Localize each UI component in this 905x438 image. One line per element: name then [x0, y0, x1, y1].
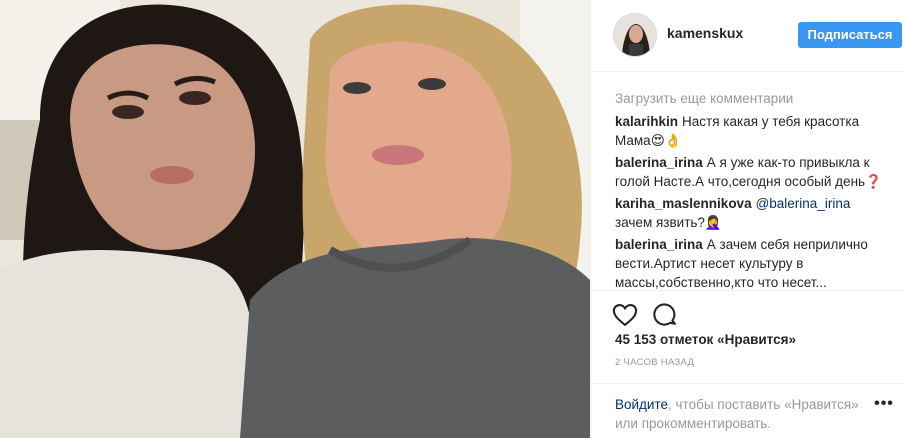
comment-item: balerina_irina А я уже как-то привыкла к … — [615, 153, 887, 191]
comments-list[interactable]: Загрузить еще комментарии kalarihkin Наст… — [615, 82, 887, 290]
comment-item: kalarihkin Настя какая у тебя красотка Ма… — [615, 112, 887, 150]
comment-author-link[interactable]: kariha_maslennikova — [615, 196, 752, 211]
post-photo[interactable] — [0, 0, 590, 438]
login-link[interactable]: Войдите — [615, 397, 668, 412]
comment-item: kariha_maslennikova @balerina_irina зачем … — [615, 194, 887, 232]
heart-icon[interactable] — [611, 301, 639, 329]
post-actions — [591, 290, 905, 338]
login-prompt: Войдите, чтобы поставить «Нравится» или … — [591, 383, 905, 438]
post-timestamp: 2 часов назад — [615, 357, 695, 368]
avatar[interactable] — [613, 13, 657, 57]
likes-count[interactable]: 45 153 отметок «Нравится» — [615, 332, 796, 347]
comment-author-link[interactable]: balerina_irina — [615, 155, 703, 170]
photo-illustration — [0, 0, 590, 438]
more-options-icon[interactable]: ••• — [874, 396, 894, 414]
follow-button[interactable]: Подписаться — [798, 22, 902, 48]
comment-text: зачем язвить?🤦‍♀️ — [615, 215, 722, 230]
post-side-panel: kamenskux Подписаться Загрузить еще комм… — [590, 0, 905, 438]
post-header: kamenskux Подписаться — [591, 0, 905, 72]
comment-author-link[interactable]: kalarihkin — [615, 114, 678, 129]
load-more-comments-link[interactable]: Загрузить еще комментарии — [615, 89, 887, 108]
comment-author-link[interactable]: balerina_irina — [615, 237, 703, 252]
avatar-image — [614, 14, 656, 56]
comment-icon[interactable] — [651, 301, 679, 329]
username-link[interactable]: kamenskux — [667, 25, 743, 41]
login-prompt-text: Войдите, чтобы поставить «Нравится» или … — [615, 395, 865, 433]
comment-mention-link[interactable]: @balerina_irina — [756, 196, 851, 211]
comment-item: balerina_irina А зачем себя неприлично ве… — [615, 235, 887, 290]
